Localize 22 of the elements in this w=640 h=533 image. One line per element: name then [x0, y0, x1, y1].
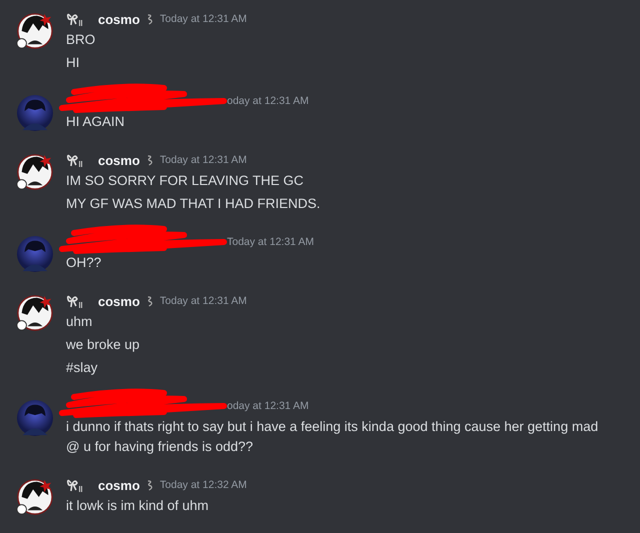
message-text: BRO: [66, 31, 96, 49]
timestamp: Today at 12:32 AM: [160, 479, 247, 491]
message-text: HI AGAIN: [66, 113, 126, 131]
message-text: uhm: [66, 313, 94, 331]
timestamp: oday at 12:31 AM: [227, 95, 309, 107]
message-text: MY GF WAS MAD THAT I HAD FRIENDS.: [66, 195, 320, 213]
username[interactable]: cosmo: [98, 152, 140, 168]
timestamp: Today at 12:31 AM: [160, 13, 247, 25]
timestamp: Today at 12:31 AM: [160, 154, 247, 166]
message-text: IM SO SORRY FOR LEAVING THE GC: [66, 172, 305, 190]
username[interactable]: cosmo: [98, 12, 140, 26]
message-text: OH??: [66, 254, 102, 272]
username[interactable]: cosmo: [98, 478, 140, 492]
message-text: we broke up: [66, 336, 141, 354]
timestamp: oday at 12:31 AM: [227, 400, 309, 412]
timestamp: Today at 12:31 AM: [160, 295, 247, 307]
message-text: i dunno if thats right to say but i have a feeling its kinda good thing cause her getting mad @ u for having friends is odd??: [66, 418, 600, 456]
message-text: it lowk is im kind of uhm: [66, 497, 210, 515]
username[interactable]: cosmo: [98, 294, 140, 308]
timestamp: Today at 12:31 AM: [227, 236, 314, 248]
message-text: HI: [66, 54, 80, 72]
message-text: #slay: [66, 359, 99, 377]
